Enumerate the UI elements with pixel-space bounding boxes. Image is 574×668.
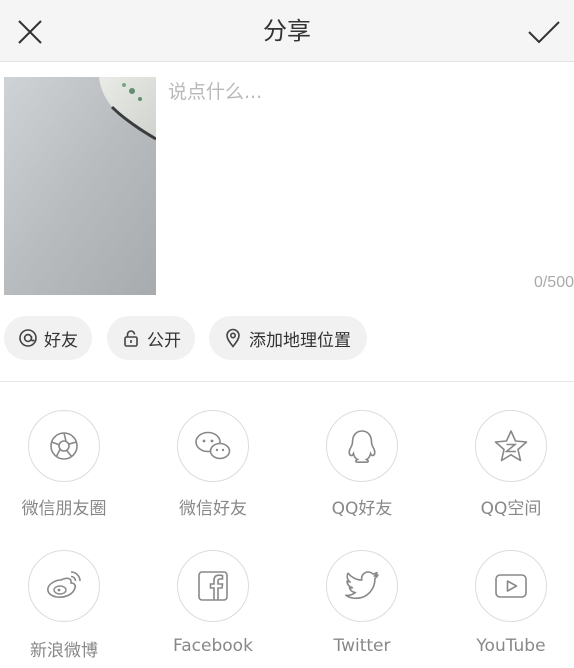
confirm-button[interactable] xyxy=(522,12,566,52)
share-label: YouTube xyxy=(476,636,546,656)
share-facebook[interactable]: Facebook xyxy=(148,522,278,656)
add-location-chip[interactable]: 添加地理位置 xyxy=(209,316,367,360)
share-qq-friends[interactable]: QQ好友 xyxy=(297,382,427,519)
mention-friends-chip[interactable]: 好友 xyxy=(4,316,92,360)
page-title: 分享 xyxy=(263,17,311,45)
at-icon xyxy=(18,328,38,348)
close-button[interactable] xyxy=(10,12,50,52)
weibo-icon xyxy=(28,550,100,622)
caption-input[interactable] xyxy=(168,77,563,257)
share-label: QQ好友 xyxy=(331,499,393,519)
share-label: QQ空间 xyxy=(480,499,542,519)
lock-icon xyxy=(121,328,141,348)
qq-icon xyxy=(326,410,398,482)
share-wechat-friends[interactable]: 微信好友 xyxy=(148,382,278,519)
compose-area: 0/500 xyxy=(0,63,574,303)
wechat-icon xyxy=(177,410,249,482)
location-pin-icon xyxy=(223,328,243,348)
photo-content xyxy=(4,77,156,295)
visibility-label: 公开 xyxy=(147,330,181,351)
share-targets-grid: 微信朋友圈 微信好友 QQ好友 QQ空间 新浪微博 Facebook Twitt… xyxy=(0,382,574,668)
share-label: Facebook xyxy=(173,636,253,656)
share-label: 新浪微博 xyxy=(30,641,98,661)
character-counter: 0/500 xyxy=(533,274,574,291)
share-label: 微信好友 xyxy=(179,499,247,519)
twitter-icon xyxy=(326,550,398,622)
share-qzone[interactable]: QQ空间 xyxy=(446,382,574,519)
facebook-icon xyxy=(177,550,249,622)
wechat-moments-icon xyxy=(28,410,100,482)
close-icon xyxy=(18,20,42,44)
share-youtube[interactable]: YouTube xyxy=(446,522,574,656)
share-weibo[interactable]: 新浪微博 xyxy=(0,522,129,661)
checkmark-icon xyxy=(528,21,560,44)
share-twitter[interactable]: Twitter xyxy=(297,522,427,656)
visibility-chip[interactable]: 公开 xyxy=(107,316,195,360)
qzone-icon xyxy=(475,410,547,482)
share-wechat-moments[interactable]: 微信朋友圈 xyxy=(0,382,129,519)
youtube-icon xyxy=(475,550,547,622)
option-chips: 好友 公开 添加地理位置 xyxy=(0,316,574,360)
mention-friends-label: 好友 xyxy=(44,330,78,351)
top-bar: 分享 xyxy=(0,0,574,62)
share-label: Twitter xyxy=(333,636,391,656)
photo-thumbnail[interactable] xyxy=(4,77,156,295)
add-location-label: 添加地理位置 xyxy=(249,330,351,351)
share-label: 微信朋友圈 xyxy=(21,499,107,519)
